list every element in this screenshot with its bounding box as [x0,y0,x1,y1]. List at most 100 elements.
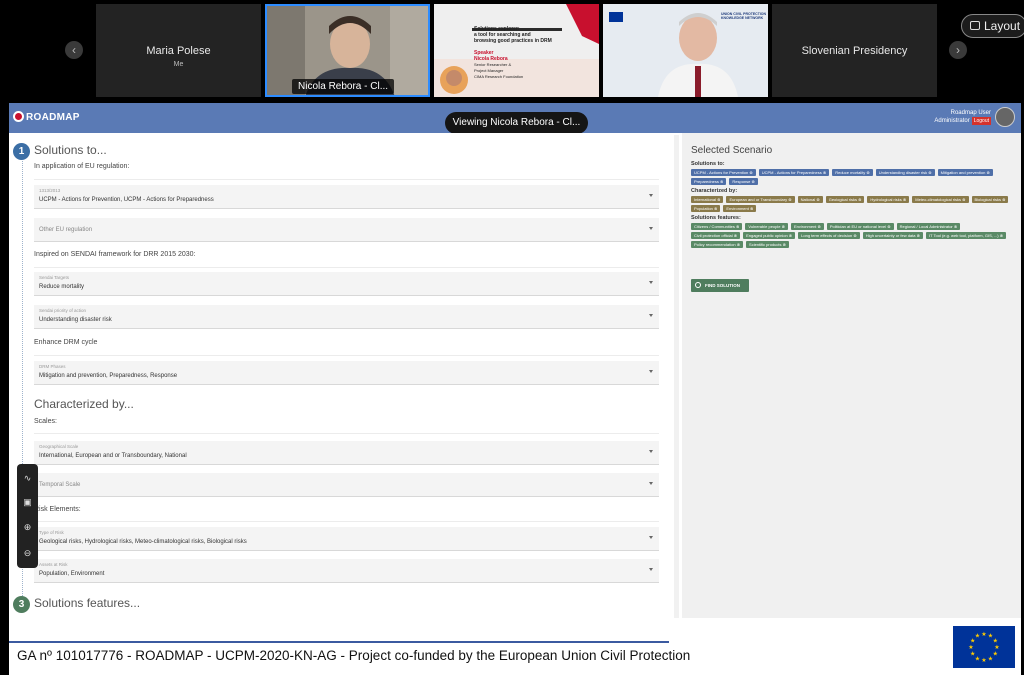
eu-star: ★ [981,631,986,638]
filter-chip[interactable]: Long term effects of decision [798,232,860,239]
annotation-toolbar: ∿ ▣ ⊕ ⊖ [17,464,38,568]
field-value: Geological risks, Hydrological risks, Me… [39,539,247,545]
risk-type-select[interactable]: Type of Risk Geological risks, Hydrologi… [34,527,659,551]
filter-chip[interactable]: UCPM - Actions for Preparedness [758,169,830,176]
filter-chip[interactable]: Biological risks [971,196,1009,203]
viewing-indicator[interactable]: Viewing Nicola Rebora - Cl... [445,112,588,134]
chip-list: International European and or Transbound… [691,196,1011,212]
other-eu-select[interactable]: Other EU regulation [34,218,659,242]
filter-chip[interactable]: Policy recommendation [691,241,744,248]
assets-select[interactable]: Assets at Risk Population, Environment [34,559,659,583]
filter-chip[interactable]: Meteo-climatological risks [912,196,969,203]
filter-chip[interactable]: Population [691,205,721,212]
field-label: Geographical Scale [39,444,79,449]
eu-star: ★ [975,655,980,662]
eu-flag-icon: ★ ★ ★ ★ ★ ★ ★ ★ ★ ★ ★ ★ [953,626,1015,668]
filter-chip[interactable]: UCPM - Actions for Prevention [691,169,756,176]
divider [34,433,659,434]
filter-chip[interactable]: Reduce mortality [832,169,873,176]
filter-chip[interactable]: Regional / Local Administrator [896,223,961,230]
zoom-in-icon[interactable]: ⊕ [22,522,33,533]
eraser-icon[interactable]: ▣ [22,497,33,508]
avatar[interactable] [995,107,1015,127]
scenario-group-characterized: Characterized by: International European… [691,188,1011,212]
form-scrollbar[interactable] [674,135,679,618]
sendai-priority-select[interactable]: Sendai priority of action Understanding … [34,305,659,329]
filter-chip[interactable]: IT Tool (e.g. web tool, platform, GIS, .… [925,232,1007,239]
field-label: 1313/2013 [39,188,61,193]
filter-chip[interactable]: National [797,196,823,203]
group-title: Solutions features: [691,215,741,221]
filter-chip[interactable]: Understanding disaster risk [875,169,935,176]
footer: GA nº 101017776 - ROADMAP - UCPM-2020-KN… [9,618,1021,675]
field-label: Sendai Targets [39,275,69,280]
participant-tile-nicola[interactable]: Nicola Rebora - Cl... [265,4,430,97]
filter-chip[interactable]: Citizens / Communities [691,223,743,230]
pen-icon[interactable]: ∿ [22,473,33,484]
selected-scenario-panel: Selected Scenario Solutions to: UCPM - A… [682,133,1021,618]
filter-chip[interactable]: Vulnerable people [745,223,788,230]
participant-tile-slide[interactable]: Solutions explorer: a tool for searching… [434,4,599,97]
eu-star: ★ [975,633,980,640]
prev-page-button[interactable]: ‹ [65,41,83,59]
divider [34,179,659,180]
participant-tile-slovenian[interactable]: Slovenian Presidency [772,4,937,97]
filter-chip[interactable]: Hydrological risks [867,196,910,203]
participant-tile-maria[interactable]: Maria Polese Me [96,4,261,97]
shared-screen: ROADMAP Roadmap User Administrator Logout… [9,103,1021,675]
temporal-scale-select[interactable]: Temporal Scale [34,473,659,497]
participant-tile-speaker2[interactable]: UNION CIVIL PROTECTION KNOWLEDGE NETWORK [603,4,768,97]
filter-chip[interactable]: Preparedness [691,178,727,185]
divider [34,521,659,522]
next-page-button[interactable]: › [949,41,967,59]
slide-text: Solutions explorer: a tool for searching… [474,26,570,80]
logout-button[interactable]: Logout [971,117,991,125]
eu-stars: ★ ★★★★★★★★★★★ [968,631,999,664]
filter-chip[interactable]: Environment [790,223,824,230]
drm-phases-select[interactable]: DRM Phases Mitigation and prevention, Pr… [34,361,659,385]
filter-chip[interactable]: High uncertainty or few data [862,232,923,239]
participant-name: Slovenian Presidency [801,45,908,57]
section-3-title: Solutions features... [34,596,141,610]
field-value: Reduce mortality [39,284,85,290]
logo-text: ROADMAP [26,112,80,123]
field-value: International, European and or Transboun… [39,453,187,459]
zoom-out-icon[interactable]: ⊖ [22,548,33,559]
filter-chip[interactable]: European and or Transboundary [726,196,795,203]
roadmap-logo[interactable]: ROADMAP [13,111,80,123]
filter-chip[interactable]: Scientific products [746,241,789,248]
find-solution-label: FIND SOLUTION [705,283,740,288]
geo-scale-select[interactable]: Geographical Scale International, Europe… [34,441,659,465]
field-label: Assets at Risk [39,562,68,567]
field-value: Mitigation and prevention, Preparedness,… [39,373,178,379]
filter-chip[interactable]: Civil protection official [691,232,741,239]
field-value: Understanding disaster risk [39,317,112,323]
divider [34,267,659,268]
eu-star: ★ [968,644,973,651]
filter-chip[interactable]: Response [729,178,758,185]
layout-button[interactable]: Layout [961,14,1024,38]
eu-star: ★ [981,657,986,664]
eu-star: ★ [993,651,998,658]
chip-list: Citizens / Communities Vulnerable people… [691,223,1011,248]
find-solution-button[interactable]: FIND SOLUTION [691,279,749,292]
participant-strip: ‹ Maria Polese Me Nicola Rebora - Cl... [0,0,1024,100]
step-1-badge: 1 [13,143,30,160]
filter-chip[interactable]: Mitigation and prevention [937,169,993,176]
filter-chip[interactable]: Environment [723,205,757,212]
ucpm-select[interactable]: 1313/2013 UCPM - Actions for Prevention,… [34,185,659,209]
participant-name: Maria Polese [146,45,211,57]
dropdown-caret-icon [649,281,653,284]
dropdown-caret-icon [649,568,653,571]
filter-chip[interactable]: Engaged public opinion [743,232,796,239]
dropdown-caret-icon [649,314,653,317]
filter-chip[interactable]: Politician at EU or national level [826,223,894,230]
layout-icon [970,21,980,30]
filter-chip[interactable]: Geological risks [825,196,865,203]
filter-chip[interactable]: International [691,196,724,203]
scales-label: Scales: [34,418,57,425]
funding-statement: GA nº 101017776 - ROADMAP - UCPM-2020-KN… [17,648,691,663]
sendai-targets-select[interactable]: Sendai Targets Reduce mortality [34,272,659,296]
user-name: Roadmap User [950,110,991,116]
slide-line: CIMA Research Foundation [474,74,524,79]
